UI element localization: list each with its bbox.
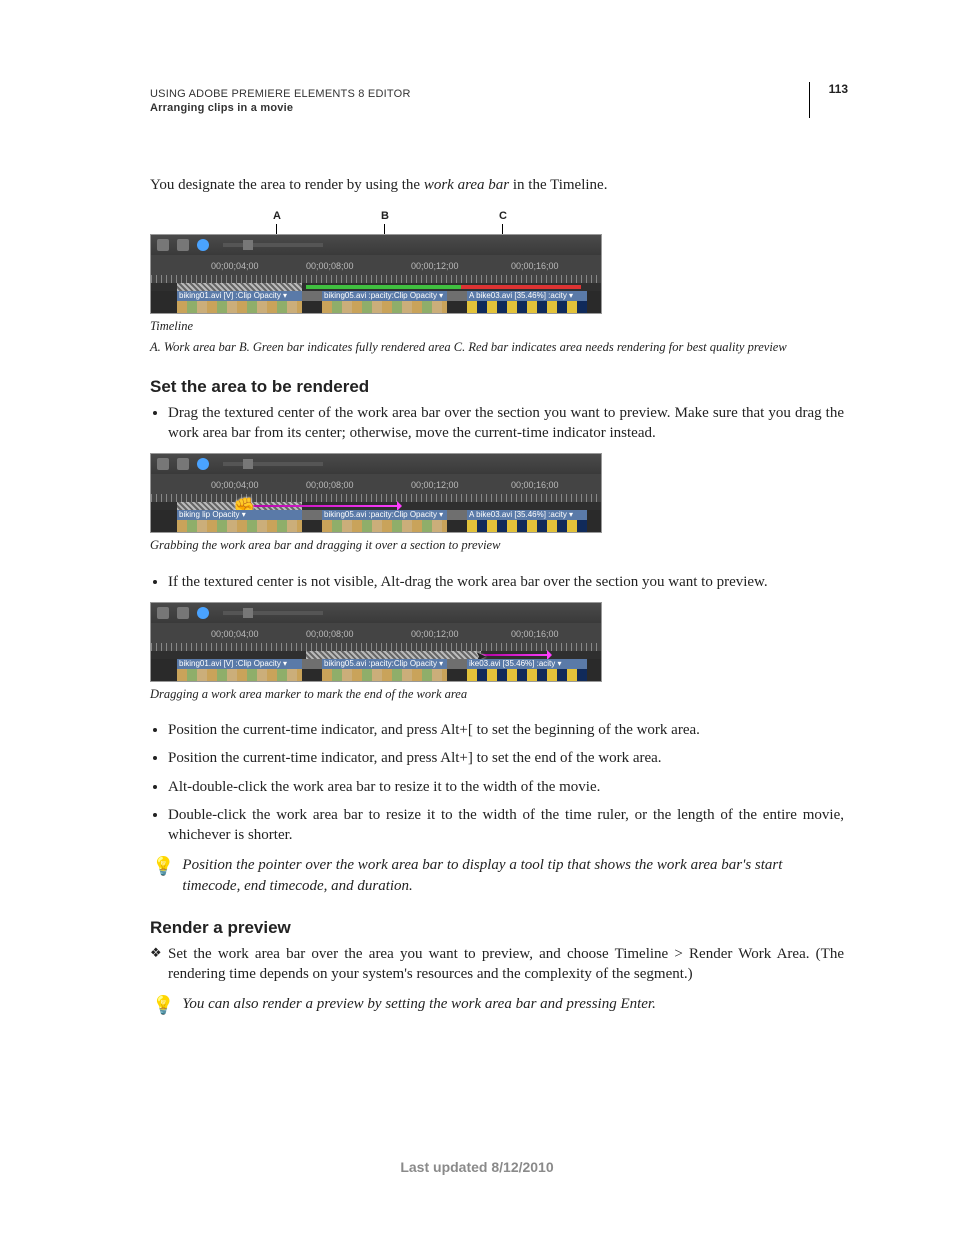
- bullet-drag-center: Drag the textured center of the work are…: [168, 403, 844, 444]
- time-ruler[interactable]: 00;00;04;00 00;00;08;00 00;00;12;00 00;0…: [151, 474, 601, 502]
- timeline-toolbar: [151, 235, 601, 255]
- page-footer: Last updated 8/12/2010: [0, 1159, 954, 1175]
- annotation-labels: A B C: [150, 210, 844, 234]
- marker-tool-icon[interactable]: [197, 458, 209, 470]
- time-ruler[interactable]: 00;00;04;00 00;00;08;00 00;00;12;00 00;0…: [151, 255, 601, 283]
- ruler-tc: 00;00;16;00: [511, 261, 559, 271]
- running-head-title: USING ADOBE PREMIERE ELEMENTS 8 EDITOR: [150, 88, 411, 100]
- clip[interactable]: biking01.avi [V] :Clip Opacity ▾: [177, 659, 302, 669]
- pen-tool-icon[interactable]: [177, 458, 189, 470]
- bullet-alt-close-bracket: Position the current-time indicator, and…: [168, 748, 844, 768]
- drag-arrow-icon: [241, 505, 401, 507]
- work-area-lane[interactable]: ✊: [151, 502, 601, 510]
- zoom-knob[interactable]: [243, 240, 253, 250]
- clip-thumbs: [177, 301, 302, 313]
- clip[interactable]: biking05.avi :pacity:Clip Opacity ▾: [322, 659, 447, 669]
- clip[interactable]: ike03.avi [35.46%] :acity ▾: [467, 659, 587, 669]
- label-b: B: [381, 210, 389, 222]
- clip[interactable]: biking01.avi [V] :Clip Opacity ▾: [177, 291, 302, 301]
- zoom-slider[interactable]: [223, 243, 323, 247]
- bullet-alt-doubleclick: Alt-double-click the work area bar to re…: [168, 777, 844, 797]
- transition[interactable]: [447, 291, 467, 301]
- transition[interactable]: [447, 659, 467, 669]
- drag-arrow-icon: [481, 654, 551, 656]
- video-track[interactable]: biking01.avi [V] :Clip Opacity ▾ biking0…: [151, 291, 601, 313]
- video-track[interactable]: biking lip Opacity ▾ biking05.avi :pacit…: [151, 510, 601, 532]
- selection-tool-icon[interactable]: [157, 239, 169, 251]
- figure1-caption: A. Work area bar B. Green bar indicates …: [150, 339, 844, 355]
- intro-post: in the Timeline.: [509, 177, 607, 193]
- work-area-bar[interactable]: [177, 283, 302, 291]
- transition[interactable]: [302, 659, 322, 669]
- timeline-panel: 00;00;04;00 00;00;08;00 00;00;12;00 00;0…: [150, 234, 602, 314]
- running-head-section: Arranging clips in a movie: [150, 102, 411, 114]
- figure-timeline-annotated: A B C 00;00;04;00 00;00;08;00 00;00;12;0…: [150, 210, 844, 355]
- video-track[interactable]: biking01.avi [V] :Clip Opacity ▾ biking0…: [151, 659, 601, 681]
- timeline-panel: 00;00;04;00 00;00;08;00 00;00;12;00 00;0…: [150, 602, 602, 682]
- figure2-caption: Grabbing the work area bar and dragging …: [150, 537, 844, 553]
- heading-render-preview: Render a preview: [150, 918, 844, 938]
- tip-tooltip-text: Position the pointer over the work area …: [182, 855, 844, 896]
- ruler-tc: 00;00;12;00: [411, 480, 459, 490]
- intro-paragraph: You designate the area to render by usin…: [150, 175, 844, 195]
- label-c: C: [499, 210, 507, 222]
- figure-grab-drag: 00;00;04;00 00;00;08;00 00;00;12;00 00;0…: [150, 453, 844, 553]
- ruler-tc: 00;00;12;00: [411, 629, 459, 639]
- work-area-lane[interactable]: [151, 283, 601, 291]
- label-a: A: [273, 210, 281, 222]
- clip[interactable]: biking05.avi :pacity:Clip Opacity ▾: [322, 510, 447, 520]
- figure1-caption-title: Timeline: [150, 318, 844, 334]
- clip-thumbs: [322, 301, 447, 313]
- rendered-green-bar: [306, 285, 461, 289]
- marker-tool-icon[interactable]: [197, 239, 209, 251]
- ruler-tc: 00;00;08;00: [306, 629, 354, 639]
- intro-term: work area bar: [424, 177, 509, 193]
- timeline-panel: 00;00;04;00 00;00;08;00 00;00;12;00 00;0…: [150, 453, 602, 533]
- transition[interactable]: [302, 291, 322, 301]
- transition[interactable]: [447, 510, 467, 520]
- clip[interactable]: biking lip Opacity ▾: [177, 510, 302, 520]
- intro-pre: You designate the area to render by usin…: [150, 177, 424, 193]
- clip[interactable]: A bike03.avi [35.46%] :acity ▾: [467, 510, 587, 520]
- marker-tool-icon[interactable]: [197, 607, 209, 619]
- zoom-slider[interactable]: [223, 462, 323, 466]
- clip[interactable]: biking05.avi :pacity:Clip Opacity ▾: [322, 291, 447, 301]
- pen-tool-icon[interactable]: [177, 239, 189, 251]
- tip-press-enter-text: You can also render a preview by setting…: [182, 994, 655, 1014]
- selection-tool-icon[interactable]: [157, 607, 169, 619]
- ruler-tc: 00;00;08;00: [306, 261, 354, 271]
- ruler-tc: 00;00;16;00: [511, 629, 559, 639]
- figure-drag-marker: 00;00;04;00 00;00;08;00 00;00;12;00 00;0…: [150, 602, 844, 702]
- lightbulb-icon: 💡: [152, 996, 174, 1014]
- lightbulb-icon: 💡: [152, 857, 174, 875]
- time-ruler[interactable]: 00;00;04;00 00;00;08;00 00;00;12;00 00;0…: [151, 623, 601, 651]
- tip-press-enter: 💡 You can also render a preview by setti…: [150, 994, 844, 1014]
- clip-thumbs: [467, 301, 587, 313]
- transition[interactable]: [302, 510, 322, 520]
- page-number-box: 113: [809, 82, 854, 118]
- running-head: USING ADOBE PREMIERE ELEMENTS 8 EDITOR A…: [150, 88, 411, 114]
- ruler-tc: 00;00;08;00: [306, 480, 354, 490]
- ruler-tc: 00;00;16;00: [511, 480, 559, 490]
- ruler-tc: 00;00;04;00: [211, 480, 259, 490]
- bullet-doubleclick: Double-click the work area bar to resize…: [168, 805, 844, 846]
- zoom-slider[interactable]: [223, 611, 323, 615]
- work-area-lane[interactable]: ➤: [151, 651, 601, 659]
- clip[interactable]: A bike03.avi [35.46%] :acity ▾: [467, 291, 587, 301]
- figure3-caption: Dragging a work area marker to mark the …: [150, 686, 844, 702]
- ruler-tc: 00;00;12;00: [411, 261, 459, 271]
- bullet-alt-open-bracket: Position the current-time indicator, and…: [168, 720, 844, 740]
- pen-tool-icon[interactable]: [177, 607, 189, 619]
- work-area-bar[interactable]: [306, 651, 481, 659]
- bullet-alt-drag: If the textured center is not visible, A…: [168, 572, 844, 592]
- ruler-tc: 00;00;04;00: [211, 629, 259, 639]
- selection-tool-icon[interactable]: [157, 458, 169, 470]
- page-number: 113: [829, 82, 848, 96]
- needs-render-red-bar: [461, 285, 581, 289]
- ruler-tc: 00;00;04;00: [211, 261, 259, 271]
- bullet-render-work-area: Set the work area bar over the area you …: [168, 944, 844, 985]
- tip-tooltip: 💡 Position the pointer over the work are…: [150, 855, 844, 896]
- heading-set-area: Set the area to be rendered: [150, 377, 844, 397]
